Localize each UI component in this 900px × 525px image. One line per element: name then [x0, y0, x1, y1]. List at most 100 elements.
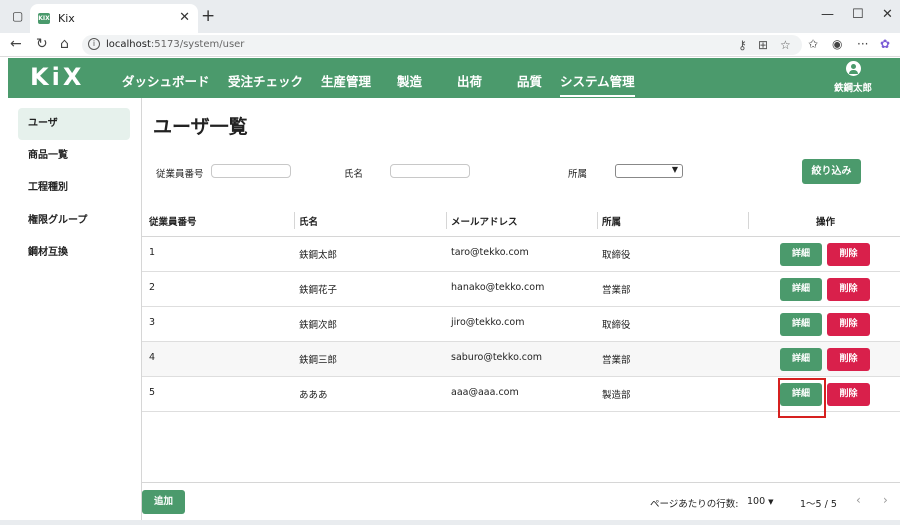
cell-dept: 製造部 — [602, 390, 631, 401]
browser-tab-bar: ▢ KIX Kix ✕ + — ☐ ✕ — [0, 0, 900, 33]
sidebar-item-steel-compat[interactable]: 鋼材互換 — [18, 237, 130, 269]
cell-employee-no: 5 — [149, 387, 156, 398]
menu-production[interactable]: 生産管理 — [321, 71, 371, 90]
sidebar-item-users[interactable]: ユーザ — [18, 108, 130, 140]
cell-name: あああ — [299, 390, 328, 401]
site-info-icon[interactable]: i — [88, 38, 100, 50]
add-button[interactable]: 追加 — [142, 490, 185, 514]
menu-order-check[interactable]: 受注チェック — [228, 71, 303, 90]
rows-per-page-label: ページあたりの行数: — [650, 499, 739, 510]
col-divider — [597, 212, 598, 229]
window-bottom-edge — [0, 520, 900, 525]
maximize-icon[interactable]: ☐ — [852, 7, 864, 22]
key-icon[interactable]: ⚷ — [738, 38, 747, 52]
delete-button[interactable]: 削除 — [827, 383, 870, 406]
col-name[interactable]: 氏名 — [299, 214, 318, 228]
dept-filter-label: 所属 — [568, 169, 588, 180]
delete-button[interactable]: 削除 — [827, 348, 870, 371]
user-name[interactable]: 鉄鋼太郎 — [834, 80, 872, 94]
menu-system-admin[interactable]: システム管理 — [560, 71, 635, 97]
address-bar: ← ↻ ⌂ i localhost:5173/system/user ⚷ ⊞ ☆… — [0, 33, 900, 57]
col-divider — [294, 212, 295, 229]
cell-employee-no: 2 — [149, 282, 156, 293]
minimize-icon[interactable]: — — [821, 7, 834, 22]
more-icon[interactable]: ··· — [857, 37, 868, 51]
cell-dept: 営業部 — [602, 355, 631, 366]
app-logo[interactable]: KiX — [30, 63, 84, 91]
cell-dept: 取締役 — [602, 250, 631, 261]
detail-button[interactable]: 詳細 — [780, 243, 822, 266]
favorite-star-icon[interactable]: ☆ — [780, 38, 791, 52]
name-filter-label: 氏名 — [344, 169, 364, 180]
main-content: ユーザ一覧 従業員番号 氏名 所属 ▼ 絞り込み 従業員番号 氏名 メールアドレ… — [141, 98, 900, 520]
employee-no-filter-label: 従業員番号 — [156, 169, 204, 180]
profile-icon[interactable]: ◉ — [832, 37, 842, 51]
cell-name: 鉄鋼次郎 — [299, 320, 338, 331]
col-employee-no[interactable]: 従業員番号 — [149, 214, 197, 228]
cell-dept: 取締役 — [602, 320, 631, 331]
favorites-icon[interactable]: ✩ — [808, 37, 818, 51]
col-dept[interactable]: 所属 — [602, 214, 621, 228]
footer-divider — [142, 482, 900, 483]
col-divider — [748, 212, 749, 229]
next-page-icon[interactable]: › — [883, 493, 888, 507]
highlight-box — [778, 378, 826, 418]
menu-manufacturing[interactable]: 製造 — [397, 71, 422, 90]
cell-email: hanako@tekko.com — [451, 282, 545, 293]
cell-employee-no: 1 — [149, 247, 156, 258]
employee-no-filter-input[interactable] — [211, 164, 291, 178]
cell-name: 鉄鋼太郎 — [299, 250, 338, 261]
page-title: ユーザ一覧 — [153, 116, 248, 138]
cell-email: aaa@aaa.com — [451, 387, 519, 398]
delete-button[interactable]: 削除 — [827, 278, 870, 301]
menu-quality[interactable]: 品質 — [517, 71, 542, 90]
cell-employee-no: 3 — [149, 317, 156, 328]
sidebar-item-permission-groups[interactable]: 権限グループ — [18, 205, 130, 237]
tab-actions-icon[interactable]: ▢ — [12, 9, 23, 23]
table-row: 3 鉄鋼次郎 jiro@tekko.com 取締役 詳細 削除 — [142, 307, 900, 342]
browser-tab[interactable]: KIX Kix ✕ — [30, 4, 198, 33]
detail-button[interactable]: 詳細 — [780, 348, 822, 371]
home-icon[interactable]: ⌂ — [60, 36, 69, 52]
menu-shipping[interactable]: 出荷 — [457, 71, 482, 90]
rows-per-page-select[interactable]: 100 ▼ — [747, 496, 774, 507]
close-window-icon[interactable]: ✕ — [882, 7, 893, 22]
delete-button[interactable]: 削除 — [827, 313, 870, 336]
user-avatar-icon[interactable] — [846, 61, 861, 76]
table-row: 1 鉄鋼太郎 taro@tekko.com 取締役 詳細 削除 — [142, 237, 900, 272]
chevron-down-icon: ▼ — [671, 165, 678, 174]
close-tab-icon[interactable]: ✕ — [179, 10, 190, 25]
cell-dept: 営業部 — [602, 285, 631, 296]
back-icon[interactable]: ← — [10, 36, 22, 52]
menu-dashboard[interactable]: ダッシュボード — [122, 71, 210, 90]
col-email[interactable]: メールアドレス — [451, 214, 518, 228]
cell-name: 鉄鋼三郎 — [299, 355, 338, 366]
reload-icon[interactable]: ↻ — [36, 36, 48, 52]
new-tab-icon[interactable]: + — [201, 6, 215, 26]
sidebar: ユーザ 商品一覧 工程種別 権限グループ 鋼材互換 — [8, 98, 141, 520]
filter-button[interactable]: 絞り込み — [802, 159, 861, 184]
url-text: localhost:5173/system/user — [106, 39, 245, 50]
cell-employee-no: 4 — [149, 352, 156, 363]
delete-button[interactable]: 削除 — [827, 243, 870, 266]
cell-email: saburo@tekko.com — [451, 352, 543, 363]
table-row: 2 鉄鋼花子 hanako@tekko.com 営業部 詳細 削除 — [142, 272, 900, 307]
favicon-icon: KIX — [38, 13, 50, 24]
chevron-down-icon: ▼ — [768, 498, 774, 506]
table-header: 従業員番号 氏名 メールアドレス 所属 操作 — [142, 204, 900, 237]
reader-icon[interactable]: ⊞ — [758, 38, 768, 52]
col-divider — [446, 212, 447, 229]
detail-button[interactable]: 詳細 — [780, 278, 822, 301]
tab-title: Kix — [58, 12, 75, 25]
cell-name: 鉄鋼花子 — [299, 285, 338, 296]
cell-email: taro@tekko.com — [451, 247, 529, 258]
copilot-icon[interactable]: ✿ — [880, 37, 890, 51]
pagination-range: 1〜5 / 5 — [800, 499, 837, 510]
detail-button[interactable]: 詳細 — [780, 313, 822, 336]
dept-filter-select[interactable]: ▼ — [615, 164, 683, 178]
name-filter-input[interactable] — [390, 164, 470, 178]
prev-page-icon[interactable]: ‹ — [856, 493, 861, 507]
sidebar-item-products[interactable]: 商品一覧 — [18, 140, 130, 172]
sidebar-item-process-types[interactable]: 工程種別 — [18, 172, 130, 204]
url-field[interactable]: i localhost:5173/system/user ⚷ ⊞ ☆ — [82, 35, 802, 55]
